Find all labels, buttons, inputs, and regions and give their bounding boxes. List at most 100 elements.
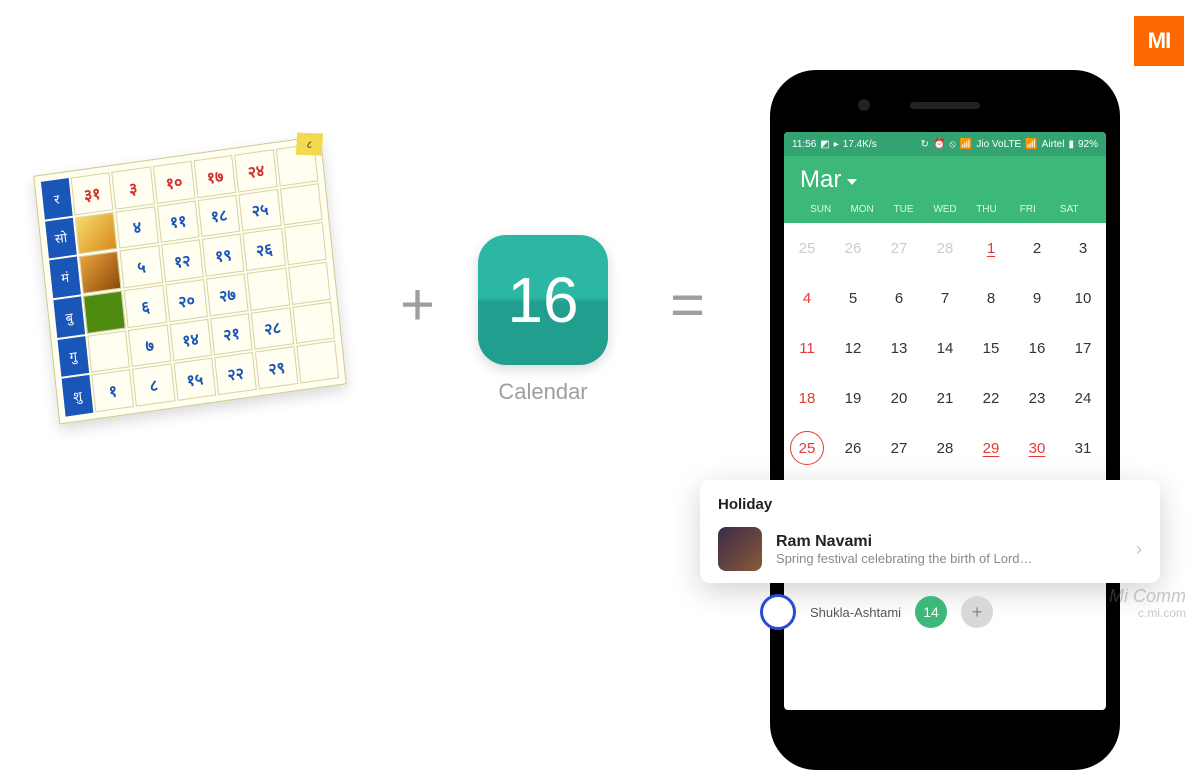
calendar-day[interactable]: 1: [968, 223, 1014, 273]
panchang-cell: १७: [194, 155, 237, 198]
calendar-day[interactable]: 18: [784, 373, 830, 423]
panchang-cell: ३१: [71, 172, 114, 215]
calendar-day[interactable]: 27: [876, 223, 922, 273]
calendar-day[interactable]: 30: [1014, 423, 1060, 473]
calendar-day[interactable]: 25: [784, 423, 830, 473]
calendar-day[interactable]: 24: [1060, 373, 1106, 423]
calendar-day[interactable]: 26: [830, 223, 876, 273]
calendar-day[interactable]: 11: [784, 323, 830, 373]
calendar-day[interactable]: 7: [922, 273, 968, 323]
calendar-day[interactable]: 25: [784, 223, 830, 273]
status-carrier-1: Jio VoLTE: [976, 139, 1021, 150]
calendar-day[interactable]: 3: [1060, 223, 1106, 273]
panchang-cell: ४: [116, 206, 159, 249]
panchang-side-label: र: [41, 178, 73, 219]
panchang-cell: २२: [214, 352, 257, 395]
holiday-thumbnail: [718, 527, 762, 571]
panchang-cell: २१: [210, 313, 253, 356]
calendar-day[interactable]: 29: [968, 423, 1014, 473]
selected-day-ring: [790, 431, 824, 465]
calendar-app-label: Calendar: [498, 379, 587, 405]
phone-frame: 11:56 ◩ ▸ 17.4K/s ↻ ⏰ ⦸ 📶 Jio VoLTE 📶 Ai…: [770, 70, 1120, 770]
weekday-label: SUN: [800, 204, 841, 215]
panchang-cell: १०: [153, 161, 196, 204]
calendar-day[interactable]: 22: [968, 373, 1014, 423]
weekday-label: SAT: [1049, 204, 1090, 215]
calendar-day[interactable]: 14: [922, 323, 968, 373]
battery-icon: ▮: [1068, 139, 1074, 150]
chevron-right-icon: ›: [1136, 539, 1142, 560]
panchang-cell: १८: [198, 194, 241, 237]
panchang-side-label: मं: [49, 257, 81, 298]
watermark-line1: Mi Comm: [1109, 587, 1186, 607]
panchang-cell: २७: [206, 273, 249, 316]
status-net-speed: 17.4K/s: [843, 139, 877, 150]
holiday-row[interactable]: Ram Navami Spring festival celebrating t…: [718, 527, 1142, 571]
status-carrier-2: Airtel: [1042, 139, 1065, 150]
calendar-day[interactable]: 28: [922, 423, 968, 473]
event-peek-strip: Shukla-Ashtami 14 +: [760, 594, 993, 630]
calendar-day[interactable]: 12: [830, 323, 876, 373]
panchang-side-label: सो: [45, 217, 77, 258]
panchang-side-label: बु: [53, 296, 85, 337]
calendar-day[interactable]: 26: [830, 423, 876, 473]
calendar-day[interactable]: 23: [1014, 373, 1060, 423]
calendar-day[interactable]: 27: [876, 423, 922, 473]
calendar-day[interactable]: 8: [968, 273, 1014, 323]
weekday-row: SUNMONTUEWEDTHUFRISAT: [800, 204, 1090, 215]
status-bar: 11:56 ◩ ▸ 17.4K/s ↻ ⏰ ⦸ 📶 Jio VoLTE 📶 Ai…: [784, 132, 1106, 156]
add-event-button[interactable]: +: [961, 596, 993, 628]
calendar-day[interactable]: 6: [876, 273, 922, 323]
panchang-cell: २०: [165, 279, 208, 322]
weekday-label: TUE: [883, 204, 924, 215]
calendar-day[interactable]: 13: [876, 323, 922, 373]
panchang-cell: [284, 222, 327, 265]
panchang-cell: ६: [124, 285, 167, 328]
page-corner-fold: ८: [296, 133, 323, 156]
panchang-cell: २६: [243, 228, 286, 271]
month-selector[interactable]: Mar: [800, 166, 1090, 194]
calendar-day[interactable]: 4: [784, 273, 830, 323]
calendar-day[interactable]: 19: [830, 373, 876, 423]
watermark: Mi Comm c.mi.com: [1109, 587, 1186, 620]
calendar-day[interactable]: 20: [876, 373, 922, 423]
panchang-cell: ८: [132, 364, 175, 407]
panchang-cell: [288, 262, 331, 305]
holiday-card[interactable]: Holiday Ram Navami Spring festival celeb…: [700, 480, 1160, 583]
panchang-cell: ३: [112, 166, 155, 209]
mi-logo-text: MI: [1148, 28, 1170, 54]
calendar-day[interactable]: 21: [922, 373, 968, 423]
today-badge[interactable]: 14: [915, 596, 947, 628]
month-label: Mar: [800, 166, 841, 194]
panchang-cell: २४: [234, 149, 277, 192]
holiday-title: Ram Navami: [776, 533, 1122, 551]
weekday-label: MON: [841, 204, 882, 215]
calendar-day[interactable]: 17: [1060, 323, 1106, 373]
calendar-day[interactable]: 10: [1060, 273, 1106, 323]
calendar-day[interactable]: 16: [1014, 323, 1060, 373]
calendar-header: Mar SUNMONTUEWEDTHUFRISAT: [784, 156, 1106, 223]
calendar-day[interactable]: 2: [1014, 223, 1060, 273]
calendar-day[interactable]: 5: [830, 273, 876, 323]
panchang-cell: [280, 183, 323, 226]
alarm-icon: ⏰: [933, 139, 945, 150]
holiday-subtitle: Spring festival celebrating the birth of…: [776, 551, 1122, 566]
panchang-cell: [87, 330, 130, 373]
panchang-cell: २९: [255, 346, 298, 389]
panchang-cell: [75, 212, 118, 255]
chevron-down-icon: [847, 179, 857, 185]
calendar-day[interactable]: 9: [1014, 273, 1060, 323]
weekday-label: FRI: [1007, 204, 1048, 215]
calendar-day[interactable]: 28: [922, 223, 968, 273]
calendar-day[interactable]: 15: [968, 323, 1014, 373]
notif-icon: ▸: [834, 139, 839, 150]
panchang-cell: ५: [120, 245, 163, 288]
status-time: 11:56: [792, 139, 816, 150]
panchang-cell: १२: [161, 240, 204, 283]
mi-logo: MI: [1134, 16, 1184, 66]
hindu-panchang-sheet: ८ र३१३१०१७२४सो४१११८२५मं५१२१९२६बु६२०२७गु७…: [33, 135, 346, 424]
calendar-day[interactable]: 31: [1060, 423, 1106, 473]
signal-icon: 📶: [960, 139, 972, 150]
panchang-cell: १९: [202, 234, 245, 277]
plus-symbol: +: [400, 270, 435, 339]
